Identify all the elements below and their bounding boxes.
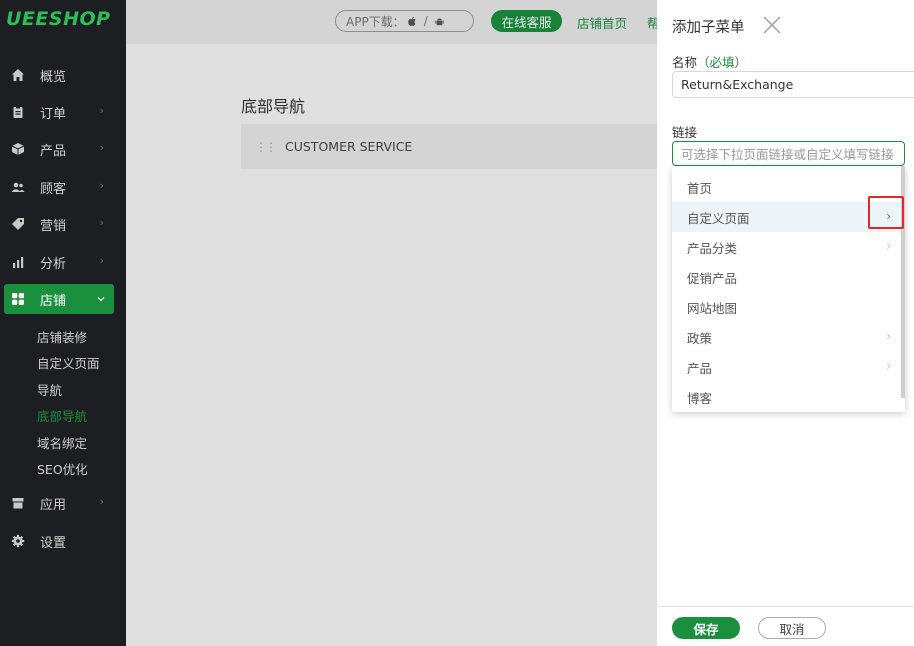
option-label: 促销产品 (687, 270, 738, 286)
dropdown-option-sitemap[interactable]: 网站地图 (672, 292, 901, 322)
sidebar-item-label: 订单 (40, 106, 67, 122)
sidebar-item-label: 应用 (40, 497, 67, 513)
option-label: 自定义页面 (687, 210, 750, 226)
sidebar-item-orders[interactable]: 订单 › (0, 97, 126, 127)
box-icon (11, 143, 25, 155)
sidebar-item-customers[interactable]: 顾客 › (0, 172, 126, 202)
name-label-text: 名称 (672, 55, 698, 70)
dropdown-option-policy[interactable]: 政策 › (672, 322, 901, 352)
chevron-right-icon[interactable]: › (886, 329, 891, 343)
chevron-right-icon: › (99, 104, 104, 117)
sidebar-subitem-seo[interactable]: SEO优化 (37, 459, 88, 478)
dropdown-option-blog[interactable]: 博客 (672, 382, 901, 412)
home-icon (12, 69, 24, 81)
sidebar-item-label: 营销 (40, 218, 67, 234)
store-icon (12, 498, 24, 509)
sidebar-item-label: 设置 (40, 535, 67, 551)
close-icon[interactable] (761, 14, 783, 36)
option-label: 产品分类 (687, 240, 738, 256)
drawer-title: 添加子菜单 (672, 20, 745, 36)
dropdown-option-home[interactable]: 首页 (672, 172, 901, 202)
dropdown-option-product-category[interactable]: 产品分类 › (672, 232, 901, 262)
link-field-label: 链接 (672, 125, 698, 140)
cancel-button[interactable]: 取消 (758, 617, 826, 639)
option-label: 网站地图 (687, 300, 738, 316)
sidebar-item-analytics[interactable]: 分析 › (0, 247, 126, 277)
sidebar-subitem-domain-binding[interactable]: 域名绑定 (37, 433, 87, 452)
highlight-annotation-box (868, 196, 904, 229)
users-icon (11, 182, 25, 192)
grid-icon (12, 293, 24, 305)
sidebar-item-label: 产品 (40, 143, 67, 159)
clipboard-icon (13, 106, 23, 118)
sidebar-item-settings[interactable]: 设置 (0, 526, 126, 556)
name-input[interactable]: Return&Exchange (672, 71, 914, 98)
chevron-right-icon: › (99, 495, 104, 508)
dropdown-option-products[interactable]: 产品 › (672, 352, 901, 382)
sidebar-item-label: 概览 (40, 69, 67, 85)
chevron-right-icon: › (99, 179, 104, 192)
sidebar-subitem-custom-pages[interactable]: 自定义页面 (37, 353, 100, 372)
required-hint: （必填） (697, 55, 748, 70)
sidebar-item-label: 店铺 (40, 293, 67, 309)
sidebar-item-label: 顾客 (40, 181, 67, 197)
sidebar-subitem-footer-navigation[interactable]: 底部导航 (37, 406, 87, 425)
sidebar-item-label: 分析 (40, 256, 67, 272)
bar-chart-icon (13, 257, 24, 268)
chevron-right-icon[interactable]: › (886, 359, 891, 373)
sidebar-item-marketing[interactable]: 营销 › (0, 209, 126, 239)
chevron-right-icon: › (99, 216, 104, 229)
sidebar: UEESHOP 概览 订单 › 产品 › 顾客 › 营销 › 分析 › 店铺 店… (0, 0, 126, 646)
sidebar-subitem-store-decoration[interactable]: 店铺装修 (37, 327, 87, 346)
add-submenu-drawer: 添加子菜单 名称（必填） Return&Exchange 链接 可选择下拉页面链… (657, 0, 914, 646)
sidebar-subitem-navigation[interactable]: 导航 (37, 380, 62, 399)
link-input[interactable]: 可选择下拉页面链接或自定义填写链接 (672, 141, 905, 166)
option-label: 首页 (687, 180, 713, 196)
drawer-footer: 保存 取消 (657, 606, 914, 646)
save-button[interactable]: 保存 (672, 617, 740, 639)
app-logo: UEESHOP (6, 8, 111, 30)
chevron-right-icon: › (99, 141, 104, 154)
modal-backdrop[interactable] (126, 0, 657, 646)
gear-icon (11, 534, 25, 548)
dropdown-option-promotions[interactable]: 促销产品 (672, 262, 901, 292)
option-label: 产品 (687, 360, 713, 376)
name-field-label: 名称（必填） (672, 52, 747, 71)
option-label: 政策 (687, 330, 713, 346)
sidebar-item-store[interactable]: 店铺 (4, 284, 114, 314)
sidebar-item-products[interactable]: 产品 › (0, 134, 126, 164)
option-label: 博客 (687, 390, 713, 406)
chevron-right-icon: › (99, 254, 104, 267)
chevron-down-icon (97, 297, 105, 302)
sidebar-item-overview[interactable]: 概览 (0, 60, 126, 90)
tag-icon (12, 218, 24, 230)
dropdown-option-custom-page[interactable]: 自定义页面 › (672, 202, 901, 232)
sidebar-item-apps[interactable]: 应用 › (0, 488, 126, 518)
chevron-right-icon[interactable]: › (886, 239, 891, 253)
